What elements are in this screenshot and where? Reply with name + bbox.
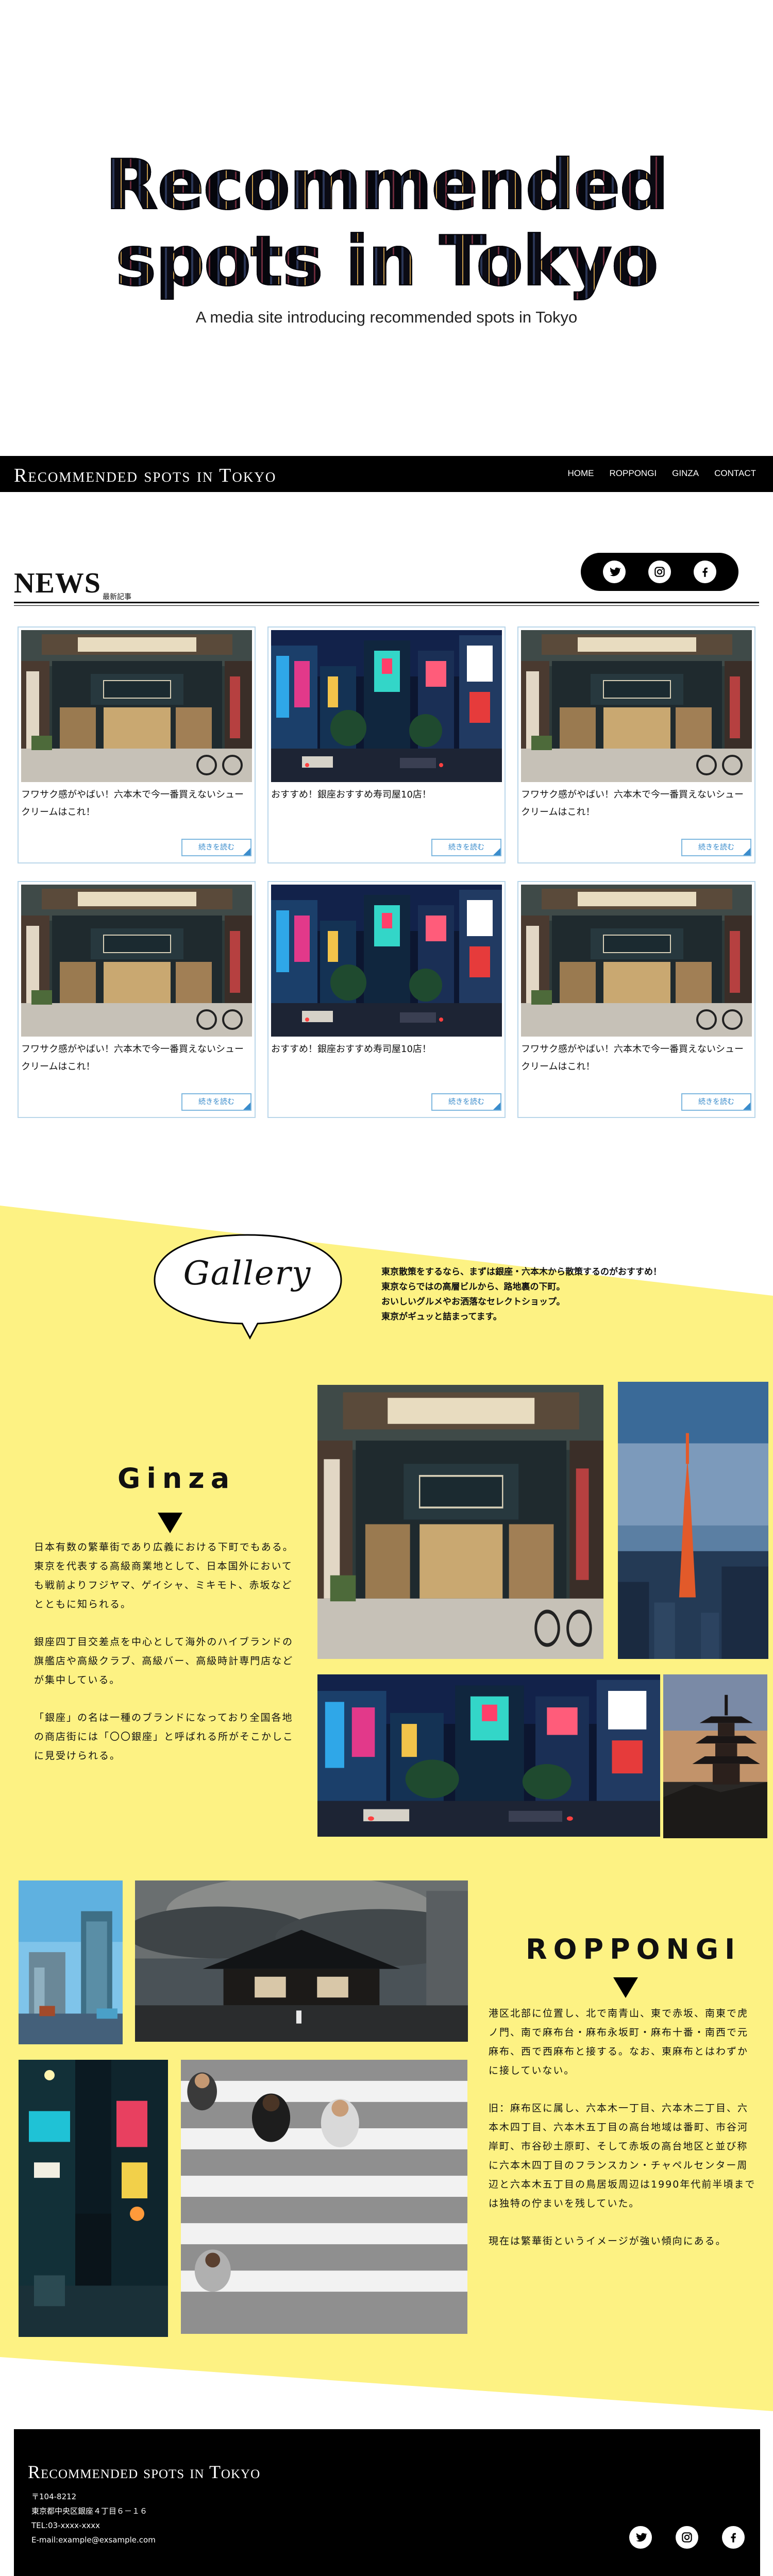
news-card-text: フワサク感がやばい！六本木で今一番買えないシュークリームはこれ！: [21, 789, 244, 818]
footer-brand[interactable]: Recommended spots in Tokyo: [28, 2461, 260, 2483]
news-card-text: フワサク感がやばい！六本木で今一番買えないシュークリームはこれ！: [521, 789, 744, 818]
roppongi-paragraph: 旧：麻布区に属し、六本木一丁目、六本木二丁目、六本木四丁目、六本木五丁目の高台地…: [489, 2103, 756, 2209]
hero-title: Recommended spots in Tokyo: [0, 146, 773, 300]
nav-link-contact[interactable]: CONTACT: [714, 468, 756, 479]
read-more-button[interactable]: 続きを読む: [681, 839, 751, 856]
news-card[interactable]: フワサク感がやばい！六本木で今一番買えないシュークリームはこれ！ 続きを読む: [517, 626, 755, 863]
gallery-intro-line: 東京ならではの高層ビルから、路地裏の下町。: [381, 1282, 565, 1292]
nav-link-home[interactable]: HOME: [568, 468, 594, 479]
news-card-image: [521, 885, 752, 1037]
gallery-intro: 東京散策をするなら、まずは銀座・六本木から散策するのがおすすめ！ 東京ならではの…: [381, 1265, 662, 1325]
ginza-description: 日本有数の繁華街であり広義における下町でもある。東京を代表する高級商業地として、…: [34, 1538, 302, 1766]
news-card-image: [521, 630, 752, 782]
gallery-title: Gallery: [183, 1255, 312, 1293]
news-card[interactable]: フワサク感がやばい！六本木で今一番買えないシュークリームはこれ！ 続きを読む: [517, 881, 755, 1118]
roppongi-title: ROPPONGI: [526, 1933, 742, 1965]
footer-contact: 〒104-8212 東京都中央区銀座４丁目６－１６ TEL:03-xxxx-xx…: [31, 2489, 156, 2547]
roppongi-buildings-photo: [19, 1880, 123, 2044]
news-card-image: [21, 630, 252, 782]
page: Recommended spots in Tokyo A media site …: [0, 0, 773, 2576]
news-card-image: [271, 885, 502, 1037]
news-card[interactable]: おすすめ！銀座おすすめ寿司屋10店！ 続きを読む: [267, 881, 506, 1118]
gallery-intro-line: おいしいグルメやお洒落なセレクトショップ。: [381, 1297, 565, 1307]
read-more-button[interactable]: 続きを読む: [431, 839, 501, 856]
footer-address: 東京都中央区銀座４丁目６－１６: [31, 2506, 148, 2516]
footer-social-links: [629, 2526, 745, 2549]
ginza-street-photo: [317, 1674, 660, 1837]
roppongi-crossing-photo: [181, 2060, 467, 2334]
ginza-paragraph: 銀座四丁目交差点を中心として海外のハイブランドの旗艦店や高級クラブ、高級バー、高…: [34, 1636, 294, 1686]
news-title: NEWS: [14, 567, 101, 599]
twitter-icon[interactable]: [603, 561, 626, 583]
roppongi-description: 港区北部に位置し、北で南青山、東で赤坂、南東で虎ノ門、南で麻布台・麻布永坂町・麻…: [489, 2004, 757, 2251]
news-card-text: おすすめ！銀座おすすめ寿司屋10店！: [271, 1044, 431, 1055]
news-card[interactable]: フワサク感がやばい！六本木で今一番買えないシュークリームはこれ！ 続きを読む: [18, 626, 256, 863]
news-divider: [14, 602, 759, 603]
hero-title-line1: Recommended: [0, 146, 773, 224]
footer: Recommended spots in Tokyo 〒104-8212 東京都…: [14, 2429, 760, 2576]
news-subtitle: 最新記事: [103, 593, 131, 601]
nav-link-roppongi[interactable]: ROPPONGI: [610, 468, 657, 479]
roppongi-alley-photo: [19, 2060, 168, 2337]
nav-link-ginza[interactable]: GINZA: [672, 468, 699, 479]
read-more-button[interactable]: 続きを読む: [181, 839, 251, 856]
roppongi-paragraph: 港区北部に位置し、北で南青山、東で赤坂、南東で虎ノ門、南で麻布台・麻布永坂町・麻…: [489, 2008, 749, 2076]
instagram-icon[interactable]: [676, 2526, 698, 2549]
ginza-title: Ginza: [117, 1462, 236, 1495]
news-card-image: [271, 630, 502, 782]
twitter-icon[interactable]: [629, 2526, 652, 2549]
gallery-intro-line: 東京散策をするなら、まずは銀座・六本木から散策するのがおすすめ！: [381, 1267, 662, 1277]
top-nav: Recommended spots in Tokyo HOME ROPPONGI…: [0, 456, 773, 492]
hero-subtitle: A media site introducing recommended spo…: [195, 308, 578, 326]
news-card[interactable]: おすすめ！銀座おすすめ寿司屋10店！ 続きを読む: [267, 626, 506, 863]
facebook-icon[interactable]: [694, 561, 716, 583]
news-card-image: [21, 885, 252, 1037]
roppongi-arrow-icon: [613, 1977, 638, 1998]
tokyo-tower-photo: [618, 1382, 768, 1659]
ginza-paragraph: 日本有数の繁華街であり広義における下町でもある。東京を代表する高級商業地として、…: [34, 1541, 294, 1610]
ginza-shop-photo: [317, 1385, 603, 1659]
nav-brand[interactable]: Recommended spots in Tokyo: [14, 464, 276, 487]
news-card-text: フワサク感がやばい！六本木で今一番買えないシュークリームはこれ！: [21, 1044, 244, 1072]
nav-links: HOME ROPPONGI GINZA CONTACT: [568, 468, 756, 479]
news-divider-thin: [14, 605, 759, 606]
news-card-text: おすすめ！銀座おすすめ寿司屋10店！: [271, 789, 431, 800]
news-card-text: フワサク感がやばい！六本木で今一番買えないシュークリームはこれ！: [521, 1044, 744, 1072]
footer-email[interactable]: E-mail:example@exsample.com: [31, 2533, 156, 2547]
facebook-icon[interactable]: [722, 2526, 745, 2549]
hero-title-line2: spots in Tokyo: [0, 223, 773, 300]
news-card[interactable]: フワサク感がやばい！六本木で今一番買えないシュークリームはこれ！ 続きを読む: [18, 881, 256, 1118]
social-links: [581, 553, 738, 591]
ginza-arrow-icon: [158, 1513, 182, 1533]
footer-zip: 〒104-8212: [31, 2492, 77, 2501]
roppongi-paragraph: 現在は繁華街というイメージが強い傾向にある。: [489, 2235, 727, 2247]
gallery-intro-line: 東京がギュッと詰まってます。: [381, 1312, 502, 1322]
footer-tel: TEL:03-xxxx-xxxx: [31, 2521, 100, 2530]
read-more-button[interactable]: 続きを読む: [431, 1093, 501, 1111]
roppongi-shrine-photo: [135, 1880, 468, 2042]
read-more-button[interactable]: 続きを読む: [681, 1093, 751, 1111]
hero: Recommended spots in Tokyo A media site …: [0, 0, 773, 456]
instagram-icon[interactable]: [648, 561, 671, 583]
pagoda-photo: [663, 1674, 767, 1838]
ginza-paragraph: 「銀座」の名は一種のブランドになっており全国各地の商店街には「〇〇銀座」と呼ばれ…: [34, 1712, 294, 1761]
read-more-button[interactable]: 続きを読む: [181, 1093, 251, 1111]
